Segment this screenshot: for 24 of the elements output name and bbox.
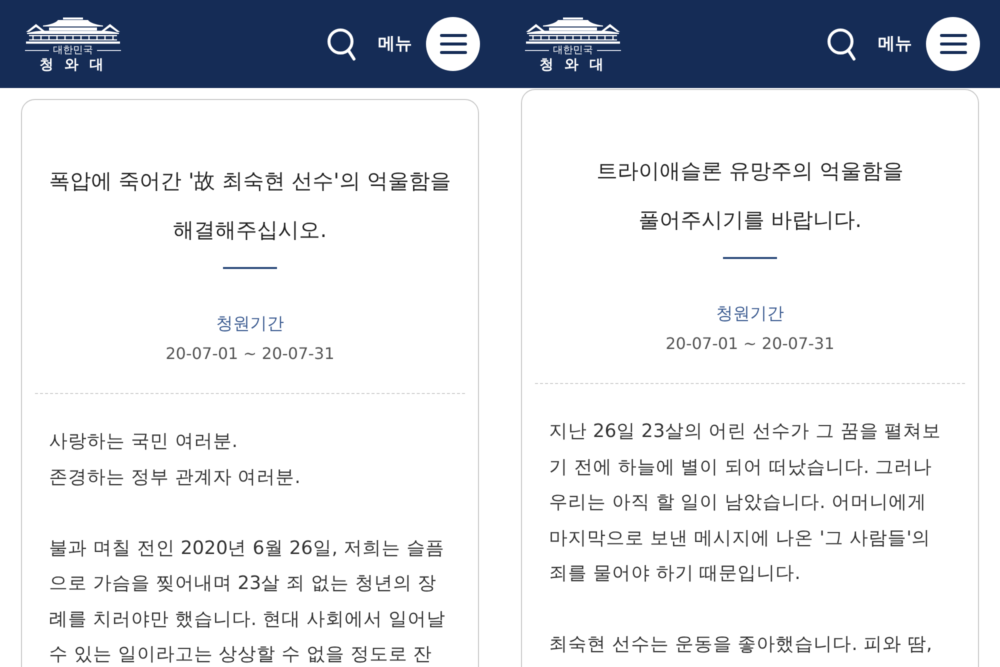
logo-title: 청 와 대 (540, 56, 606, 74)
logo-subtitle: 대한민국 (53, 44, 93, 56)
menu-icon (440, 34, 466, 54)
petition-title: 폭압에 죽어간 '故 최숙현 선수'의 억울함을 해결해주십시오. (49, 168, 451, 244)
body-paragraph: 사랑하는 국민 여러분. 존경하는 정부 관계자 여러분. (49, 430, 302, 488)
search-button[interactable] (825, 26, 857, 62)
logo-title: 청 와 대 (40, 56, 106, 74)
period-label: 청원기간 (716, 303, 784, 326)
period-label: 청원기간 (216, 313, 284, 336)
menu-button[interactable] (426, 17, 480, 71)
search-icon (326, 28, 356, 60)
period-dates: 20-07-01 ~ 20-07-31 (666, 333, 834, 355)
period-dates: 20-07-01 ~ 20-07-31 (166, 343, 334, 365)
menu-label: 메뉴 (378, 33, 412, 55)
body-paragraph: 지난 26일 23살의 어린 선수가 그 꿈을 펼쳐보 기 전에 하늘에 별이 되어 떠났습니다. 그러나 우리는 아직 할 일이 남았습니다. 어머니에게 마지막으로 보낸 메시지에 나온 '그 사람들'의 죄를 물어야 하기 때문입니다. (549, 420, 942, 585)
body-paragraph: 최숙현 선수는 운동을 좋아했습니다. 피와 땀, (549, 633, 934, 656)
body-paragraph: 불과 며칠 전인 2020년 6월 26일, 저희는 슬픔 으로 가슴을 찢어내며 23살 죄 없는 청년의 장 례를 치러야만 했습니다. 현대 사회에서 일어날 수 있는 일이라고는 상상할 수 없을 정도로 잔 (49, 536, 446, 666)
menu-button[interactable] (926, 17, 980, 71)
logo-subtitle: 대한민국 (553, 44, 593, 56)
petition-title: 트라이애슬론 유망주의 억울함을 풀어주시기를 바랍니다. (596, 158, 904, 234)
search-icon (826, 28, 856, 60)
menu-icon (940, 34, 966, 54)
search-button[interactable] (325, 26, 357, 62)
menu-label: 메뉴 (878, 33, 912, 55)
